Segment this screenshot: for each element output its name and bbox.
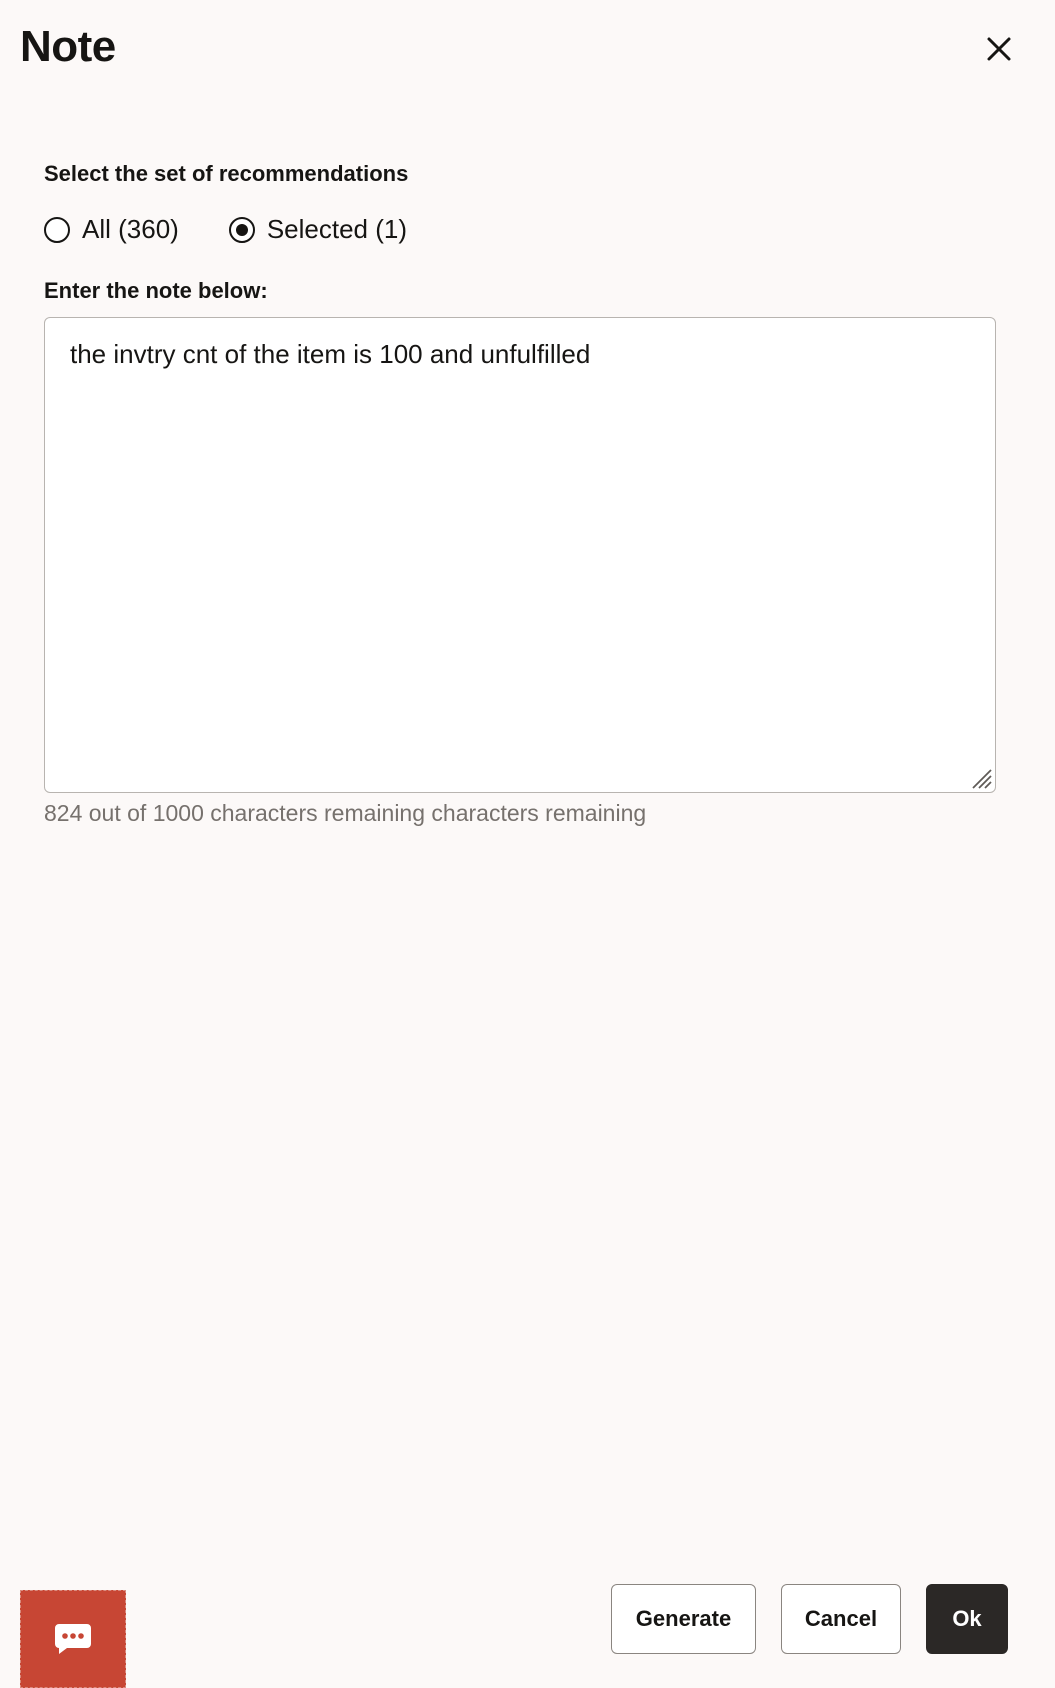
- recommendations-label: Select the set of recommendations: [44, 161, 409, 186]
- radio-selected-label[interactable]: Selected (1): [267, 214, 407, 245]
- radio-selected-circle[interactable]: [228, 216, 255, 243]
- note-dialog: Note Select the set of recommendations A…: [0, 0, 1055, 1688]
- radio-all[interactable]: All (360): [44, 214, 179, 245]
- character-counter: 824 out of 1000 characters remaining cha…: [44, 800, 647, 826]
- radio-all-label[interactable]: All (360): [82, 214, 179, 245]
- radio-selected-dot: [235, 223, 248, 236]
- generate-button[interactable]: Generate: [611, 1584, 756, 1654]
- cancel-button[interactable]: Cancel: [781, 1584, 901, 1654]
- close-icon: [987, 37, 1011, 61]
- note-textarea[interactable]: the invtry cnt of the item is 100 and un…: [44, 317, 996, 793]
- feedback-button[interactable]: [20, 1590, 126, 1688]
- dialog-title: Note: [20, 22, 116, 71]
- note-text[interactable]: the invtry cnt of the item is 100 and un…: [70, 338, 970, 371]
- ok-button[interactable]: Ok: [926, 1584, 1008, 1654]
- recommendations-radio-group: All (360) Selected (1): [44, 214, 407, 245]
- radio-all-circle[interactable]: [44, 216, 70, 243]
- note-label: Enter the note below:: [44, 278, 268, 303]
- radio-selected[interactable]: Selected (1): [228, 214, 407, 245]
- close-button[interactable]: [978, 28, 1020, 70]
- chat-bubble-icon: [55, 1624, 91, 1654]
- resize-grip-icon[interactable]: [967, 764, 993, 790]
